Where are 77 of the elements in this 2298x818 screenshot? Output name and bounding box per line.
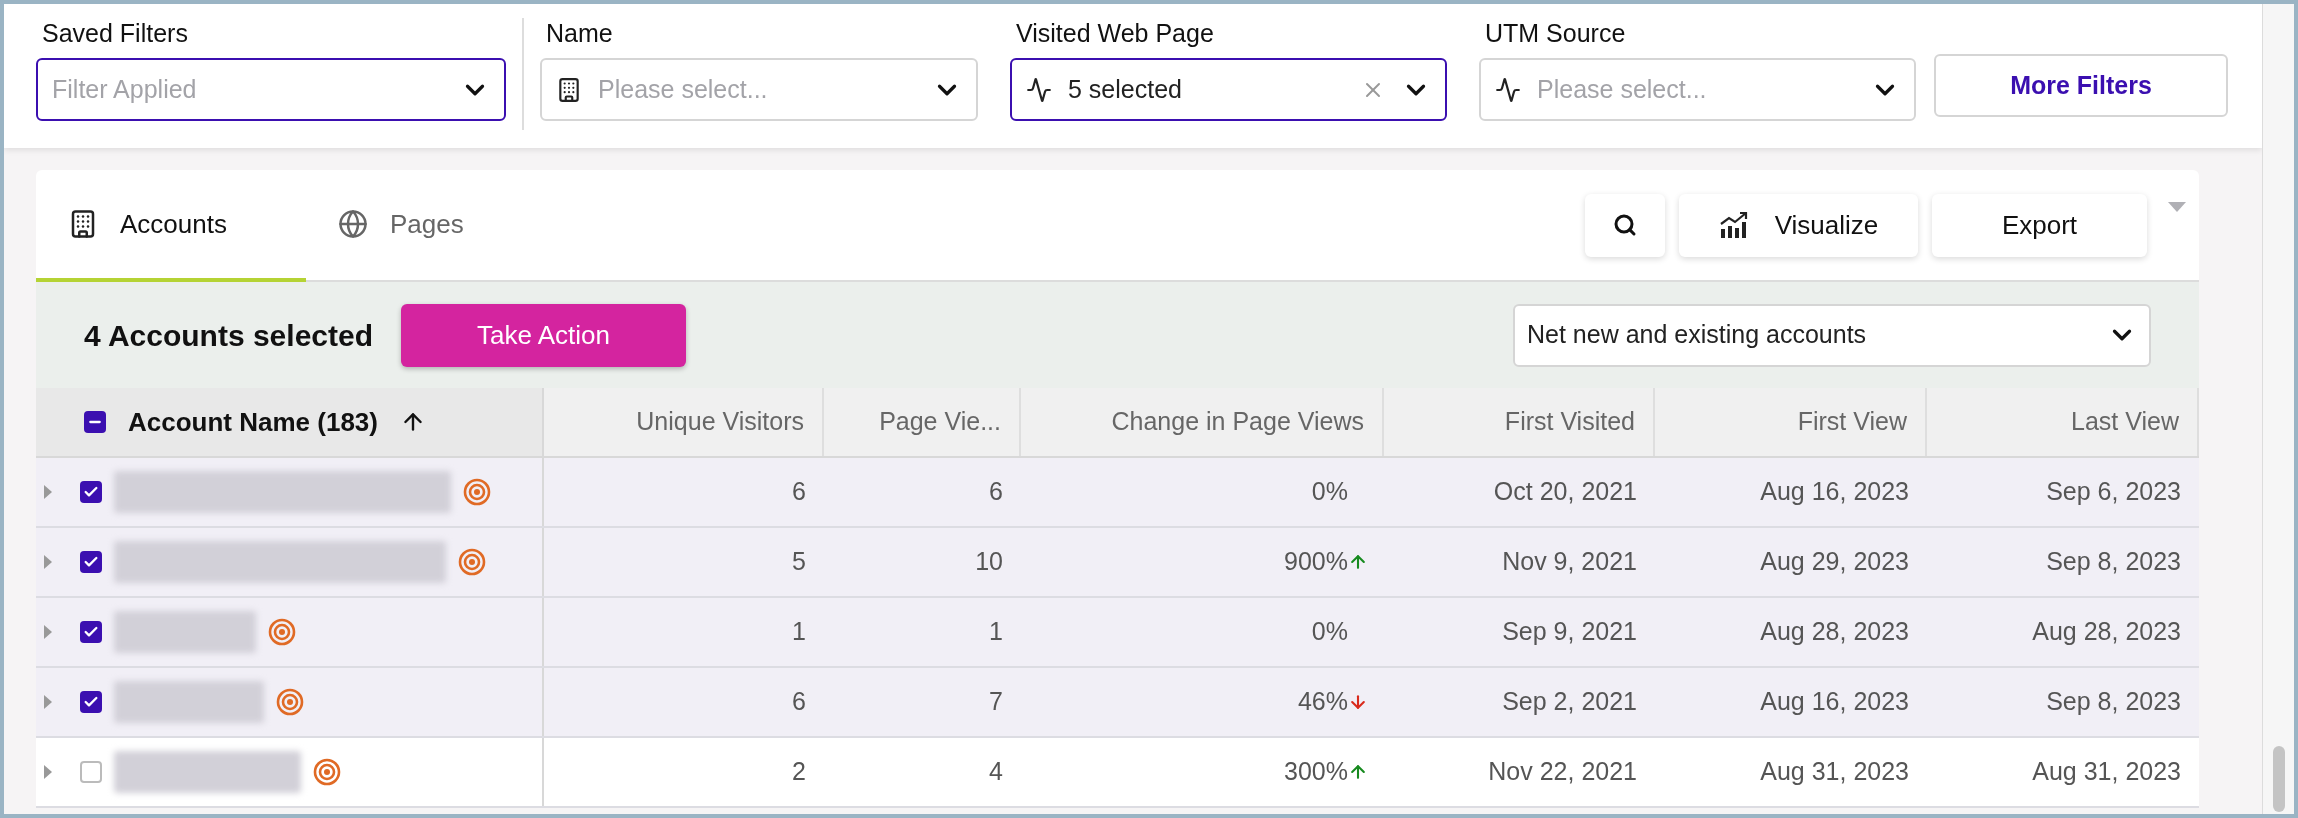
table-cell-text: 0% — [1311, 476, 1348, 508]
column-header[interactable]: First Visited — [1384, 388, 1655, 456]
row-checkbox[interactable] — [80, 621, 102, 643]
filter-select[interactable]: 5 selected — [1010, 58, 1447, 121]
pulse-icon — [1026, 76, 1052, 103]
table-cell-text: 6 — [792, 476, 806, 508]
scope-select[interactable]: Net new and existing accounts — [1513, 303, 2151, 367]
table-cell-text: Aug 16, 2023 — [1760, 476, 1909, 508]
column-header[interactable]: First View — [1655, 388, 1927, 456]
expand-arrow-icon[interactable] — [44, 765, 52, 779]
target-icon — [313, 758, 341, 786]
row-checkbox[interactable] — [80, 551, 102, 573]
column-header[interactable]: Last View — [1927, 388, 2199, 456]
table-cell-text: 2 — [792, 756, 806, 788]
target-icon — [268, 618, 296, 646]
visualize-button[interactable]: Visualize — [1679, 193, 1918, 257]
dropdown-caret-icon[interactable] — [2168, 202, 2186, 212]
selection-summary: 4 Accounts selected — [84, 317, 373, 354]
column-header[interactable]: Unique Visitors — [544, 388, 824, 456]
search-button[interactable] — [1585, 193, 1665, 257]
table-cell-text: Nov 22, 2021 — [1488, 756, 1637, 788]
building-icon — [556, 76, 582, 103]
expand-arrow-icon[interactable] — [44, 555, 52, 569]
select-all-checkbox[interactable] — [84, 411, 106, 433]
row-checkbox[interactable] — [80, 481, 102, 503]
expand-arrow-icon[interactable] — [44, 695, 52, 709]
tab[interactable]: Pages — [306, 170, 526, 282]
table-cell-text: 0% — [1311, 616, 1348, 648]
target-icon — [276, 688, 304, 716]
column-header[interactable]: Page Vie... — [824, 388, 1021, 456]
table-cell-text: 1 — [792, 616, 806, 648]
table-cell-text: Nov 9, 2021 — [1502, 546, 1637, 578]
filter-label: UTM Source — [1484, 18, 1627, 48]
search-icon — [1613, 213, 1637, 237]
table-row[interactable]: 6 7 46% Sep 2, 2021 Aug 16, 2023 Sep 8, 2023 — [36, 668, 2199, 738]
table-cell-text: Sep 8, 2023 — [2046, 686, 2181, 718]
table-cell-text: Aug 28, 2023 — [1760, 616, 1909, 648]
table-cell-text: 900% — [1284, 546, 1348, 578]
row-checkbox[interactable] — [80, 761, 102, 783]
table-cell-text: 300% — [1284, 756, 1348, 788]
table-cell-text: Sep 6, 2023 — [2046, 476, 2181, 508]
table-cell-text: Sep 2, 2021 — [1502, 686, 1637, 718]
table-row[interactable]: 2 4 300% Nov 22, 2021 Aug 31, 2023 Aug 31, 2023 — [36, 738, 2199, 808]
table-cell-text: Aug 16, 2023 — [1760, 686, 1909, 718]
filter-label: Saved Filters — [41, 18, 189, 48]
table-row[interactable]: 5 10 900% Nov 9, 2021 Aug 29, 2023 Sep 8, 2023 — [36, 528, 2199, 598]
bar-chart-icon — [1718, 210, 1749, 240]
expand-arrow-icon[interactable] — [44, 485, 52, 499]
pulse-icon — [1495, 76, 1521, 103]
table-cell-text: 4 — [989, 756, 1003, 788]
export-button[interactable]: Export — [1932, 193, 2147, 257]
expand-arrow-icon[interactable] — [44, 625, 52, 639]
filter-label: Name — [545, 18, 614, 48]
table-cell-text: Aug 31, 2023 — [1760, 756, 1909, 788]
table-cell-text: 5 — [792, 546, 806, 578]
table-row[interactable]: 1 1 0% Sep 9, 2021 Aug 28, 2023 Aug 28, 2023 — [36, 598, 2199, 668]
table-cell-text: 6 — [989, 476, 1003, 508]
target-icon — [463, 478, 491, 506]
table-cell-text: Sep 8, 2023 — [2046, 546, 2181, 578]
table-cell-text: Aug 28, 2023 — [2032, 616, 2181, 648]
table-cell-text: Aug 29, 2023 — [1760, 546, 1909, 578]
more-filters-button[interactable]: More Filters — [1934, 54, 2228, 117]
table-cell-text: 46% — [1297, 686, 1348, 718]
table-cell-text: 7 — [989, 686, 1003, 718]
filter-label: Visited Web Page — [1015, 18, 1215, 48]
table-cell-text: Oct 20, 2021 — [1493, 476, 1637, 508]
globe-icon — [338, 209, 368, 239]
table-cell-text: Sep 9, 2021 — [1502, 616, 1637, 648]
table-cell-text: 6 — [792, 686, 806, 718]
table-row[interactable]: 6 6 0% Oct 20, 2021 Aug 16, 2023 Sep 6, 2023 — [36, 458, 2199, 528]
take-action-button[interactable]: Take Action — [401, 303, 686, 367]
table-cell-text: 10 — [975, 546, 1003, 578]
table-cell-text: 1 — [989, 616, 1003, 648]
column-header[interactable]: Change in Page Views — [1021, 388, 1384, 456]
row-checkbox[interactable] — [80, 691, 102, 713]
table-cell-text: Aug 31, 2023 — [2032, 756, 2181, 788]
target-icon — [458, 548, 486, 576]
